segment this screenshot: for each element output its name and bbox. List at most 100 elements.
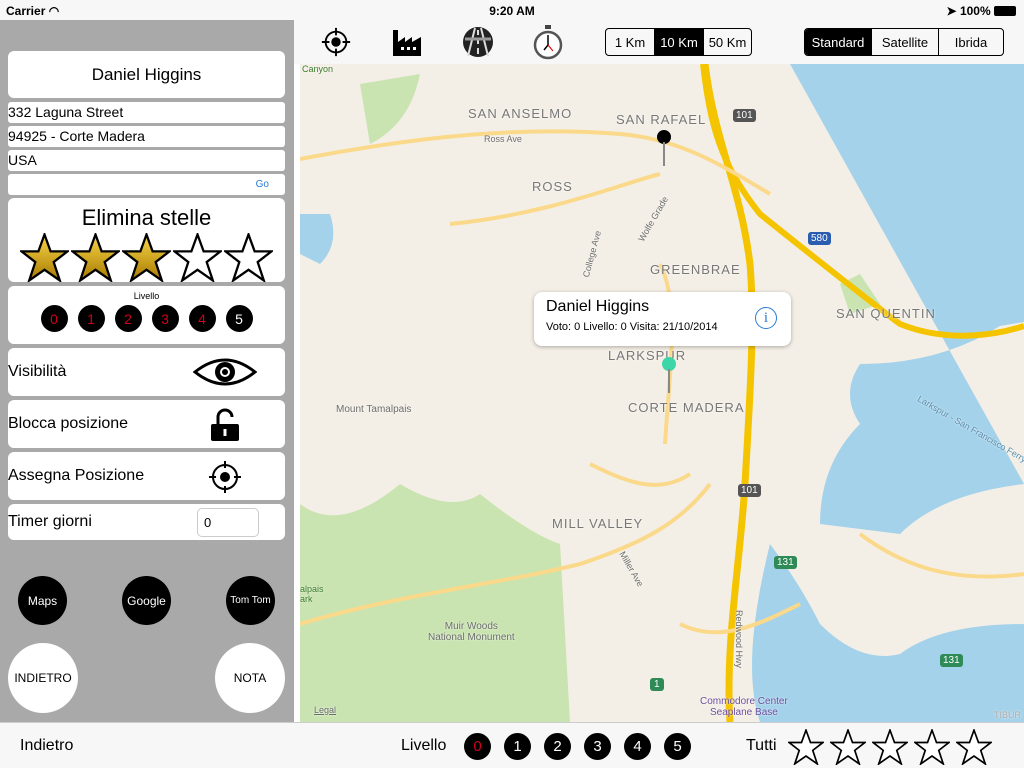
status-bar: Carrier ◠ 9:20 AM ➤ 100% [0, 0, 1024, 20]
option-standard[interactable]: Standard [805, 29, 871, 55]
park-area [300, 484, 570, 722]
level-button-2[interactable]: 2 [114, 305, 142, 332]
option-1-km[interactable]: 1 Km [606, 29, 654, 55]
level-button-3[interactable]: 3 [151, 305, 179, 332]
timer-label: Timer giorni [8, 513, 92, 530]
level-filter-5[interactable]: 5 [664, 733, 691, 760]
star-filter [788, 729, 992, 765]
highway-icon[interactable] [461, 25, 495, 59]
level-button-5[interactable]: 5 [225, 305, 253, 332]
level-button-1[interactable]: 1 [77, 305, 105, 332]
label-san-quentin: SAN QUENTIN [836, 306, 936, 321]
timer-row: Timer giorni 0 [8, 504, 285, 540]
delete-stars-title[interactable]: Elimina stelle [8, 205, 285, 231]
star-empty-icon[interactable] [914, 729, 950, 765]
lock-position-label: Blocca posizione [8, 415, 129, 432]
star-empty-icon[interactable] [956, 729, 992, 765]
star-empty-icon[interactable] [224, 233, 273, 282]
assign-position-row[interactable]: Assegna Posizione [8, 452, 285, 500]
location-arrow-icon: ➤ [946, 4, 957, 18]
map-view[interactable]: SAN ANSELMO SAN RAFAEL ROSS GREENBRAE SA… [294, 64, 1024, 722]
star-empty-icon[interactable] [830, 729, 866, 765]
label-seaplane-base: Commodore Center Seaplane Base [700, 696, 788, 718]
option-ibrida[interactable]: Ibrida [938, 29, 1003, 55]
label-mill-valley: MILL VALLEY [552, 516, 644, 531]
label-ross-ave: Ross Ave [484, 134, 522, 144]
star-rating[interactable] [8, 233, 285, 282]
timer-days-input[interactable]: 0 [197, 508, 259, 537]
google-button[interactable]: Google [122, 576, 171, 625]
maps-button[interactable]: Maps [18, 576, 67, 625]
star-empty-icon[interactable] [872, 729, 908, 765]
assign-position-label: Assegna Posizione [8, 467, 145, 484]
level-filter-1[interactable]: 1 [504, 733, 531, 760]
star-empty-icon[interactable] [788, 729, 824, 765]
level-filter-2[interactable]: 2 [544, 733, 571, 760]
star-filled-icon[interactable] [20, 233, 69, 282]
search-go-field[interactable]: Go [8, 174, 285, 195]
unlock-icon[interactable] [208, 408, 242, 442]
level-panel: Livello 012345 [8, 286, 285, 344]
battery-percent: 100% [959, 4, 991, 18]
label-tamalpais-park: alpais ark [300, 584, 324, 604]
label-corte-madera: CORTE MADERA [628, 400, 745, 415]
shield-131-east: 131 [940, 654, 963, 667]
black-pin-stem [663, 142, 665, 166]
level-filter-4[interactable]: 4 [624, 733, 651, 760]
star-empty-icon[interactable] [173, 233, 222, 282]
tomtom-button[interactable]: Tom Tom [226, 576, 275, 625]
contact-name: Daniel Higgins [8, 51, 285, 98]
label-redwood-hwy: Redwood Hwy [734, 609, 745, 669]
visibility-row[interactable]: Visibilità [8, 348, 285, 396]
lock-position-row[interactable]: Blocca posizione [8, 400, 285, 448]
stopwatch-icon[interactable] [532, 24, 564, 60]
pin-callout[interactable]: Daniel Higgins Voto: 0 Livello: 0 Visita… [534, 292, 791, 346]
label-san-rafael: SAN RAFAEL [616, 112, 707, 127]
factory-icon[interactable] [391, 26, 423, 58]
note-button[interactable]: NOTA [215, 643, 285, 713]
level-button-4[interactable]: 4 [188, 305, 216, 332]
country-field[interactable]: USA [8, 150, 285, 171]
green-pin-stem [668, 369, 670, 393]
option-satellite[interactable]: Satellite [871, 29, 938, 55]
legal-link[interactable]: Legal [314, 705, 336, 715]
option-50-km[interactable]: 50 Km [703, 29, 751, 55]
label-canyon: Canyon [302, 64, 334, 74]
street-field[interactable]: 332 Laguna Street [8, 102, 285, 123]
back-link[interactable]: Indietro [20, 737, 73, 755]
label-san-anselmo: SAN ANSELMO [468, 106, 573, 121]
go-button[interactable]: Go [256, 179, 269, 190]
label-mount-tamalpais: Mount Tamalpais [336, 404, 412, 415]
label-tiburon: TIBUR [994, 710, 1021, 720]
label-greenbrae: GREENBRAE [650, 262, 741, 277]
level-filter-label: Livello [401, 737, 447, 754]
visibility-label: Visibilità [8, 363, 67, 380]
richardson-bay [752, 544, 1024, 722]
target-icon[interactable] [208, 460, 242, 494]
bay-water [790, 64, 1024, 534]
level-button-0[interactable]: 0 [40, 305, 68, 332]
option-10-km[interactable]: 10 Km [654, 29, 703, 55]
map-type-selector: Standard Satellite Ibrida [804, 28, 1004, 56]
map-base [300, 64, 1024, 722]
reservoir [300, 214, 334, 264]
shield-131: 131 [774, 556, 797, 569]
distance-selector: 1 Km 10 Km 50 Km [605, 28, 752, 56]
shield-580: 580 [808, 232, 831, 245]
star-filled-icon[interactable] [122, 233, 171, 282]
label-muir-woods: Muir Woods National Monument [428, 621, 515, 643]
bottom-bar: Indietro Livello 012345 Tutti [0, 722, 1024, 768]
city-field[interactable]: 94925 - Corte Madera [8, 126, 285, 147]
info-icon[interactable]: i [755, 307, 777, 329]
shield-101-south: 101 [738, 484, 761, 497]
shield-101: 101 [733, 109, 756, 122]
battery: ➤ 100% [947, 4, 1016, 18]
park-area-2 [360, 74, 420, 144]
target-icon[interactable] [320, 26, 352, 58]
star-filled-icon[interactable] [71, 233, 120, 282]
eye-icon[interactable] [193, 356, 257, 388]
back-button[interactable]: INDIETRO [8, 643, 78, 713]
level-filter-3[interactable]: 3 [584, 733, 611, 760]
level-filter-0[interactable]: 0 [464, 733, 491, 760]
all-filter-label[interactable]: Tutti [746, 737, 777, 755]
